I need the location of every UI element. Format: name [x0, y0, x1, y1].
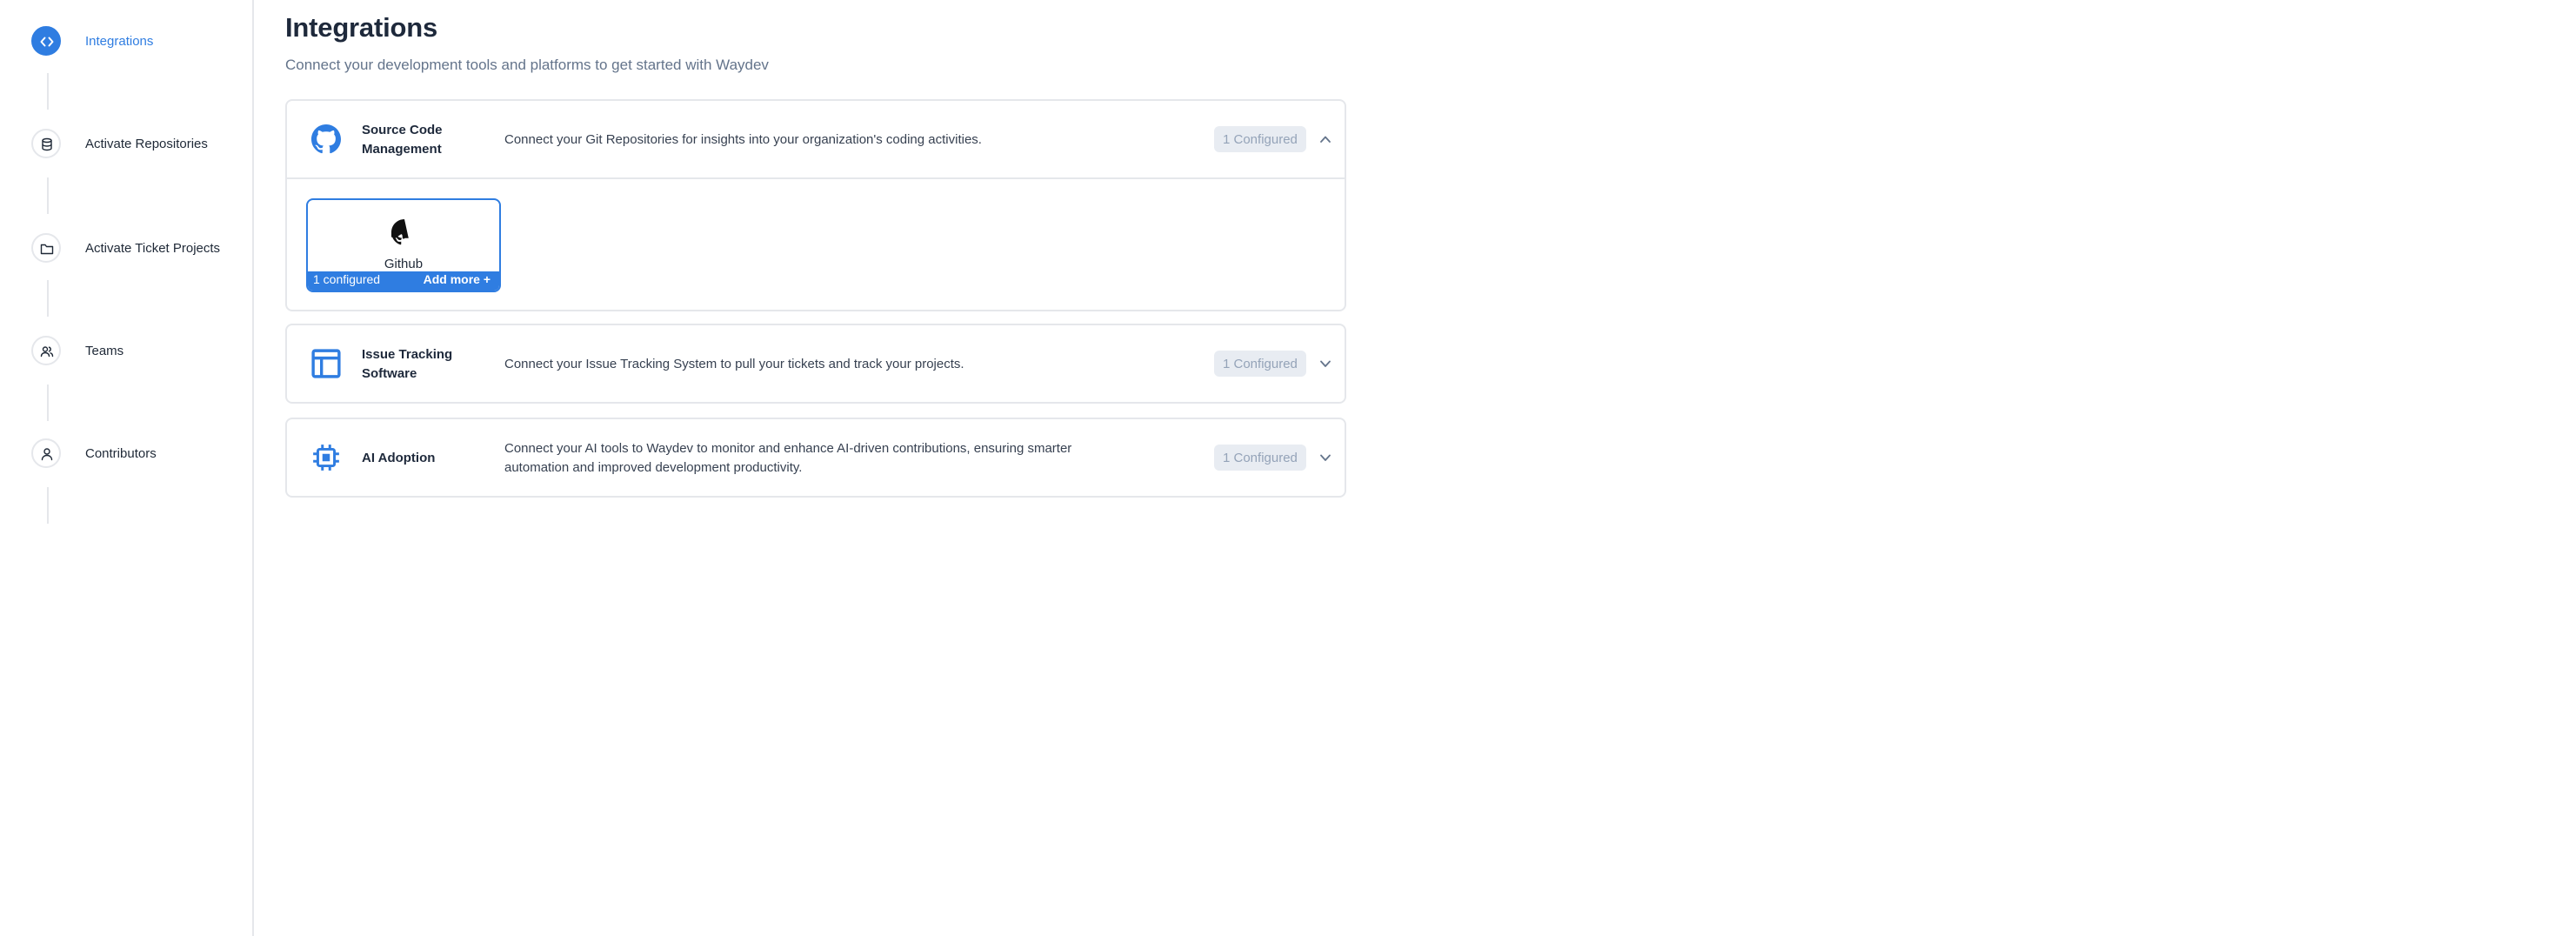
- chevron-down-icon[interactable]: [1318, 357, 1332, 371]
- github-icon: [391, 219, 409, 245]
- card-title: Issue Tracking Software: [362, 346, 453, 381]
- card-description: Connect your AI tools to Waydev to monit…: [504, 440, 1072, 475]
- step-connector: [46, 280, 48, 317]
- tile-name: Github: [384, 256, 424, 271]
- step-activate-ticket-projects[interactable]: Activate Ticket Projects: [31, 233, 220, 263]
- chevron-up-icon[interactable]: [1318, 132, 1332, 146]
- card-body: Github 1 configured Add more +: [287, 177, 1345, 310]
- step-contributors[interactable]: Contributors: [31, 438, 157, 468]
- card-title: Source Code Management: [362, 122, 443, 157]
- card-description: Connect your Git Repositories for insigh…: [504, 131, 982, 147]
- card-title: AI Adoption: [362, 450, 436, 465]
- configured-badge: 1 Configured: [1214, 351, 1306, 377]
- code-icon: [31, 26, 61, 56]
- tile-configured-count: 1 configured: [313, 275, 381, 287]
- users-icon: [31, 336, 61, 365]
- step-label: Contributors: [85, 445, 157, 461]
- card-header[interactable]: Source Code Management Connect your Git …: [287, 101, 1345, 177]
- integration-card-issue-tracking: Issue Tracking Software Connect your Iss…: [285, 324, 1346, 404]
- folder-icon: [31, 233, 61, 263]
- step-connector: [46, 73, 48, 110]
- tile-footer: 1 configured Add more +: [308, 271, 499, 291]
- integration-tile-github[interactable]: Github 1 configured Add more +: [306, 198, 501, 292]
- step-integrations[interactable]: Integrations: [31, 26, 153, 56]
- step-teams[interactable]: Teams: [31, 336, 123, 365]
- configured-badge: 1 Configured: [1214, 126, 1306, 152]
- card-header[interactable]: AI Adoption Connect your AI tools to Way…: [287, 419, 1345, 496]
- step-label: Activate Repositories: [85, 136, 208, 151]
- step-connector: [46, 177, 48, 214]
- configured-badge: 1 Configured: [1214, 445, 1306, 471]
- step-label: Activate Ticket Projects: [85, 240, 221, 256]
- layout-icon: [311, 349, 341, 378]
- step-connector: [46, 384, 48, 421]
- step-activate-repositories[interactable]: Activate Repositories: [31, 129, 208, 158]
- card-description: Connect your Issue Tracking System to pu…: [504, 356, 964, 371]
- card-header[interactable]: Issue Tracking Software Connect your Iss…: [287, 325, 1345, 402]
- step-connector: [46, 487, 48, 524]
- main-content: Integrations Connect your development to…: [285, 0, 2576, 936]
- step-label: Teams: [85, 343, 124, 358]
- page-title: Integrations: [285, 14, 438, 43]
- database-icon: [31, 129, 61, 158]
- step-label: Integrations: [85, 33, 154, 49]
- chip-icon: [313, 445, 339, 471]
- onboarding-sidebar: Integrations Activate Repositories Activ…: [0, 0, 254, 936]
- chevron-down-icon[interactable]: [1318, 451, 1332, 465]
- github-icon: [311, 124, 341, 154]
- integration-card-ai-adoption: AI Adoption Connect your AI tools to Way…: [285, 418, 1346, 498]
- user-icon: [31, 438, 61, 468]
- page-subtitle: Connect your development tools and platf…: [285, 56, 769, 73]
- add-more-button[interactable]: Add more +: [424, 271, 491, 291]
- integration-card-source-code: Source Code Management Connect your Git …: [285, 99, 1346, 311]
